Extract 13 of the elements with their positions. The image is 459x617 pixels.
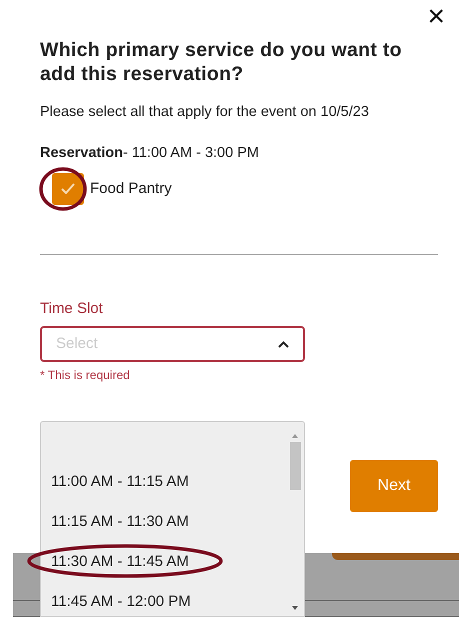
error-text: * This is required (40, 367, 131, 384)
description-text: Please select all that apply for the event on 10/5/23 (40, 102, 370, 122)
dropdown-option[interactable]: 11:15 AM - 11:30 AM (41, 502, 281, 542)
dropdown-option[interactable]: 11:45 AM - 12:00 PM (41, 582, 281, 617)
checkbox-label: Food Pantry (90, 178, 172, 199)
dropdown-option[interactable]: 11:00 AM - 11:15 AM (41, 462, 281, 502)
reservation-text: Reservation- 11:00 AM - 3:00 PM (40, 144, 260, 164)
checkbox[interactable] (52, 172, 84, 205)
close-button[interactable]: × (427, 2, 445, 32)
field-label: Time Slot (40, 298, 104, 319)
dialog-title: Which primary service do you want to add this reservation? (40, 38, 403, 87)
dropdown-option[interactable]: 11:30 AM - 11:45 AM (41, 542, 281, 582)
check-icon (61, 183, 75, 194)
